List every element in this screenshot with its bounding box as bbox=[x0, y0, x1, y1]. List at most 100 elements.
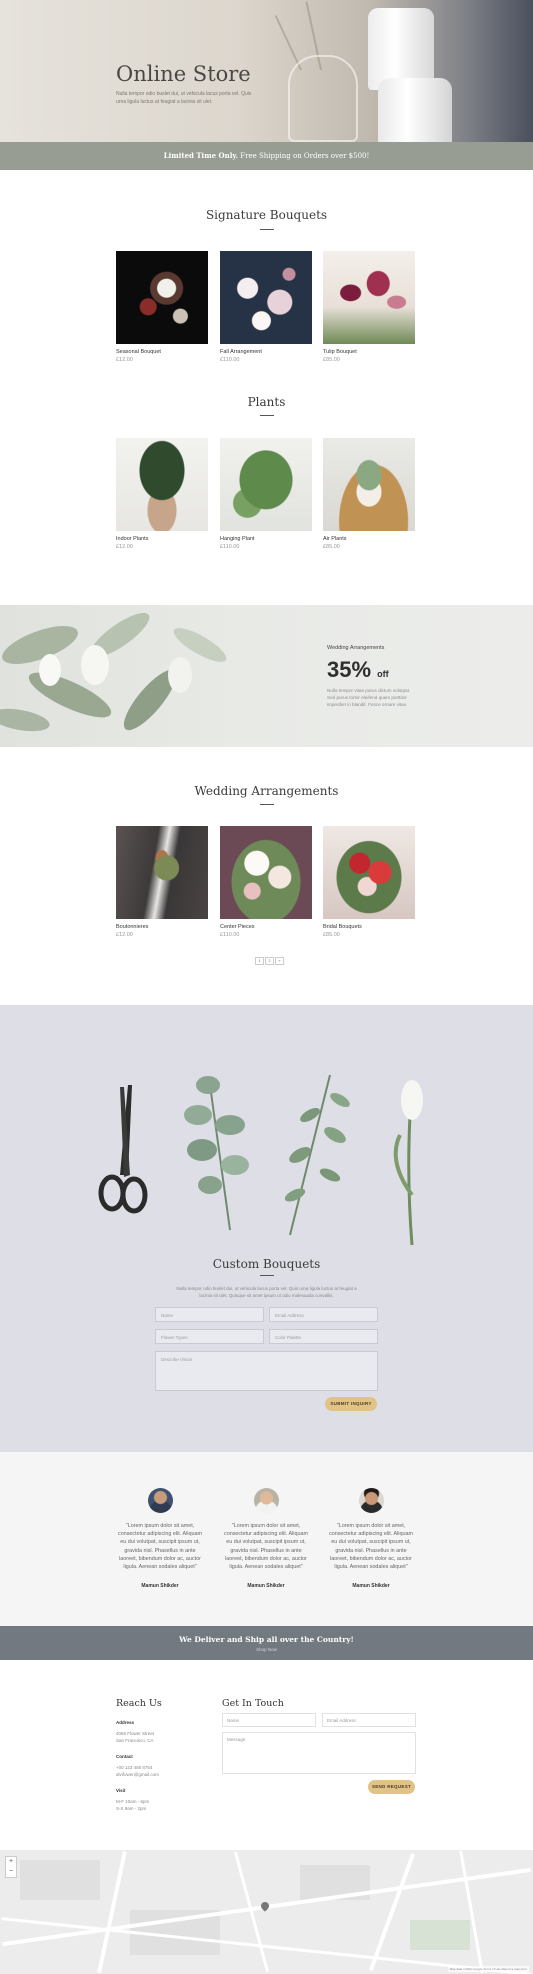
title-divider bbox=[260, 1275, 274, 1276]
product-card[interactable]: Seasonal Bouquet £12.00 bbox=[116, 251, 208, 363]
testimonial-author: Mamun Shikder bbox=[352, 1583, 390, 1590]
discount-value: 35% off bbox=[327, 657, 389, 683]
submit-inquiry-button[interactable]: SUBMIT INQUIRY bbox=[325, 1397, 377, 1411]
contact-name-field[interactable]: Name bbox=[222, 1713, 316, 1727]
location-pin-icon[interactable] bbox=[259, 1900, 271, 1912]
zoom-controls: + − bbox=[5, 1856, 17, 1878]
testimonial: "Lorem ipsum dolor sit amet, consectetur… bbox=[326, 1488, 416, 1589]
hours-weekend: S-S 9am - 2pm bbox=[116, 1806, 147, 1811]
zoom-in-button[interactable]: + bbox=[6, 1857, 16, 1867]
map-attribution: Map data ©2023 Google Terms of Use Repor… bbox=[447, 1966, 529, 1972]
product-card[interactable]: Tulip Bouquet £85.00 bbox=[323, 251, 415, 363]
describe-vision-field[interactable]: Describe Vision bbox=[155, 1351, 378, 1391]
page-2-button[interactable]: 2 bbox=[265, 957, 274, 965]
shipping-banner: We Deliver and Ship all over the Country… bbox=[0, 1626, 533, 1660]
product-card[interactable]: Boutonnieres £12.00 bbox=[116, 826, 208, 938]
visit-label: Visit bbox=[116, 1788, 126, 1793]
custom-bouquets-section: Custom Bouquets Nulla tempor odio buslet… bbox=[0, 1005, 533, 1452]
custom-title: Custom Bouquets bbox=[212, 1257, 321, 1271]
contact-message-field[interactable]: Message bbox=[222, 1732, 416, 1774]
hanging-plant-image[interactable] bbox=[220, 438, 312, 531]
center-pieces-image[interactable] bbox=[220, 826, 312, 919]
product-name[interactable]: Center Pieces bbox=[220, 924, 312, 930]
product-card[interactable]: Fall Arrangement £110.00 bbox=[220, 251, 312, 363]
testimonial-quote: "Lorem ipsum dolor sit amet, consectetur… bbox=[224, 1523, 308, 1571]
product-card[interactable]: Hanging Plant £110.00 bbox=[220, 438, 312, 550]
reach-us-title: Reach Us bbox=[116, 1698, 162, 1709]
hours-weekday: M-F 10am - 6pm bbox=[116, 1799, 150, 1804]
wedding-title: Wedding Arrangements bbox=[194, 784, 339, 798]
product-price: £110.00 bbox=[220, 357, 240, 363]
testimonial: "Lorem ipsum dolor sit amet, consectetur… bbox=[115, 1488, 205, 1589]
testimonial-author: Mamun Shikder bbox=[247, 1583, 285, 1590]
flower-types-field[interactable]: Flower Types bbox=[155, 1329, 264, 1344]
bridal-bouquets-image[interactable] bbox=[323, 826, 415, 919]
product-name[interactable]: Tulip Bouquet bbox=[323, 349, 415, 355]
address-line-2: San Francisco, CA bbox=[116, 1738, 154, 1743]
address-line-1: 4066 Flower Street bbox=[116, 1731, 155, 1736]
map-road bbox=[97, 1850, 127, 1974]
name-field[interactable]: Name bbox=[155, 1307, 264, 1322]
map-block bbox=[20, 1860, 100, 1900]
product-card[interactable]: Center Pieces £110.00 bbox=[220, 826, 312, 938]
product-price: £12.00 bbox=[116, 932, 133, 938]
air-plants-image[interactable] bbox=[323, 438, 415, 531]
avatar bbox=[358, 1488, 384, 1513]
email-field[interactable]: Email Address bbox=[269, 1307, 378, 1322]
hero-section: Online Store Nulla tempor odio buslet du… bbox=[0, 0, 533, 142]
fall-arrangement-image[interactable] bbox=[220, 251, 312, 344]
glass-vase-image bbox=[288, 55, 358, 142]
product-price: £110.00 bbox=[220, 544, 240, 550]
tulip-bouquet-image[interactable] bbox=[323, 251, 415, 344]
shipping-title: We Deliver and Ship all over the Country… bbox=[179, 1635, 354, 1644]
contact-section: Reach Us Address 4066 Flower Street San … bbox=[0, 1660, 533, 1850]
promo-text: Limited Time Only. Free Shipping on Orde… bbox=[0, 142, 533, 170]
product-name[interactable]: Indoor Plants bbox=[116, 536, 208, 542]
product-name[interactable]: Air Plants bbox=[323, 536, 415, 542]
phone-number: +00 123 456 8754 bbox=[116, 1765, 153, 1770]
next-page-button[interactable]: » bbox=[275, 957, 284, 965]
testimonial-quote: "Lorem ipsum dolor sit amet, consectetur… bbox=[118, 1523, 202, 1571]
product-name[interactable]: Boutonnieres bbox=[116, 924, 208, 930]
promo-bar: Limited Time Only. Free Shipping on Orde… bbox=[0, 142, 533, 170]
product-name[interactable]: Seasonal Bouquet bbox=[116, 349, 208, 355]
title-divider bbox=[260, 804, 274, 805]
page-1-button[interactable]: 1 bbox=[255, 957, 264, 965]
zoom-out-button[interactable]: − bbox=[6, 1867, 16, 1877]
product-name[interactable]: Bridal Bouquets bbox=[323, 924, 415, 930]
discount-subtitle: Wedding Arrangements bbox=[327, 645, 385, 651]
product-price: £12.00 bbox=[116, 357, 133, 363]
product-card[interactable]: Bridal Bouquets £85.00 bbox=[323, 826, 415, 938]
discount-percent: 35% bbox=[327, 657, 372, 682]
promo-bold: Limited Time Only. bbox=[163, 151, 239, 160]
product-card[interactable]: Air Plants £85.00 bbox=[323, 438, 415, 550]
avatar bbox=[147, 1488, 173, 1513]
color-palette-field[interactable]: Color Palette bbox=[269, 1329, 378, 1344]
testimonial-author: Mamun Shikder bbox=[141, 1583, 179, 1590]
address-label: Address bbox=[116, 1720, 135, 1725]
shop-now-link[interactable]: Shop Now bbox=[0, 1647, 533, 1652]
map[interactable]: + − Map data ©2023 Google Terms of Use Re… bbox=[0, 1850, 533, 1974]
map-road bbox=[368, 1853, 416, 1971]
product-price: £85.00 bbox=[323, 932, 340, 938]
send-request-button[interactable]: SEND REQUEST bbox=[368, 1780, 415, 1794]
email-address[interactable]: divifower@gmail.com bbox=[116, 1771, 159, 1778]
custom-description: Nulla tempor odio buslet dui, ut vehicul… bbox=[176, 1286, 357, 1298]
product-price: £85.00 bbox=[323, 544, 340, 550]
seasonal-bouquet-image[interactable] bbox=[116, 251, 208, 344]
title-divider bbox=[260, 415, 274, 416]
discount-text: Nulla tempor vitae purus dictum volutpat… bbox=[327, 688, 411, 707]
product-card[interactable]: Indoor Plants £12.00 bbox=[116, 438, 208, 550]
contact-label: Contact bbox=[116, 1754, 133, 1759]
indoor-plants-image[interactable] bbox=[116, 438, 208, 531]
testimonials-section: "Lorem ipsum dolor sit amet, consectetur… bbox=[0, 1452, 533, 1626]
testimonial-quote: "Lorem ipsum dolor sit amet, consectetur… bbox=[329, 1523, 413, 1571]
pagination: 1 2 » bbox=[255, 957, 284, 965]
product-name[interactable]: Hanging Plant bbox=[220, 536, 312, 542]
product-name[interactable]: Fall Arrangement bbox=[220, 349, 312, 355]
boutonnieres-image[interactable] bbox=[116, 826, 208, 919]
avatar bbox=[253, 1488, 279, 1513]
discount-suffix: off bbox=[377, 669, 389, 679]
wedding-leaves-image bbox=[0, 612, 227, 732]
contact-email-field[interactable]: Email Address bbox=[322, 1713, 416, 1727]
